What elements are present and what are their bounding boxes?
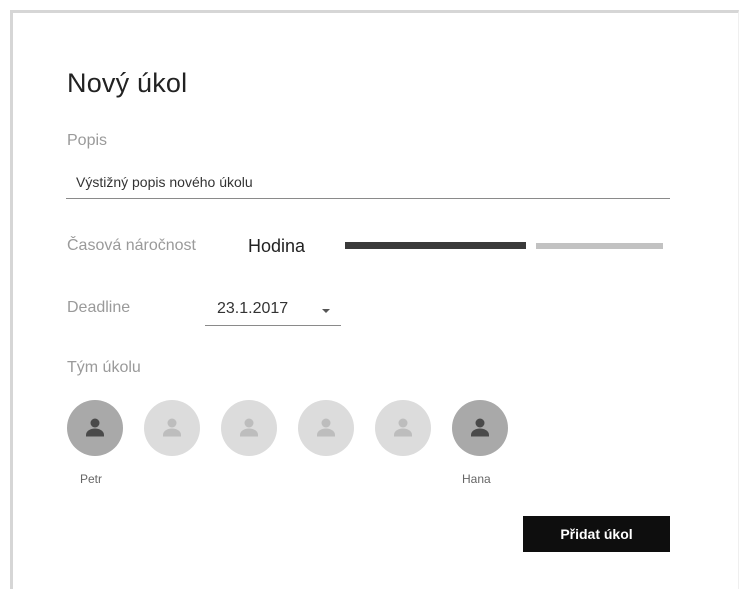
slider-rest-track <box>536 243 663 249</box>
deadline-select[interactable]: 23.1.2017 <box>205 292 341 326</box>
person-icon <box>163 418 181 437</box>
team-member-avatar[interactable] <box>144 400 200 456</box>
person-icon <box>86 418 104 437</box>
caret-down-icon <box>322 309 330 313</box>
dialog-title: Nový úkol <box>67 68 188 98</box>
team-member-avatar[interactable] <box>221 400 277 456</box>
person-icon <box>317 418 335 437</box>
team-member-avatar[interactable] <box>67 400 123 456</box>
person-icon <box>394 418 412 437</box>
time-estimate-value: Hodina <box>248 236 306 256</box>
description-label: Popis <box>67 132 108 149</box>
team-member-avatar[interactable] <box>375 400 431 456</box>
person-icon <box>240 418 258 437</box>
deadline-label: Deadline <box>67 299 131 316</box>
deadline-value: 23.1.2017 <box>217 300 289 317</box>
slider-active-track <box>345 242 526 249</box>
add-task-button[interactable]: Přidat úkol <box>523 516 670 552</box>
time-estimate-label: Časová náročnost <box>67 237 196 254</box>
team-member-avatar[interactable] <box>452 400 508 456</box>
team-member-name: Petr <box>80 472 103 486</box>
time-estimate-slider[interactable] <box>345 238 663 252</box>
person-icon <box>471 418 489 437</box>
description-input[interactable] <box>66 165 670 199</box>
team-member-name: Hana <box>462 472 491 486</box>
team-label: Tým úkolu <box>67 359 141 376</box>
team-member-avatar[interactable] <box>298 400 354 456</box>
